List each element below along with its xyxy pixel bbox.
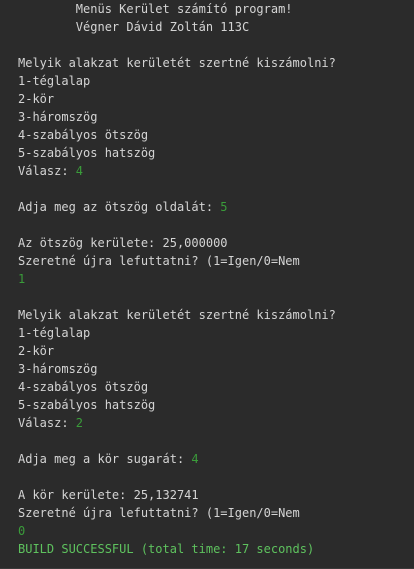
rerun-input: 0 bbox=[18, 524, 26, 538]
radius-prompt: Adja meg a kör sugarát: bbox=[18, 452, 192, 466]
menu-option: 4-szabályos ötszög bbox=[18, 128, 149, 142]
program-title: Menüs Kerület számító program! bbox=[18, 2, 293, 16]
answer-line: Válasz: 4 bbox=[18, 162, 83, 180]
rerun-input: 1 bbox=[18, 272, 26, 286]
answer-prompt: Válasz: bbox=[18, 164, 76, 178]
menu-option: 3-háromszög bbox=[18, 362, 98, 376]
rerun-prompt: Szeretné újra lefuttatni? (1=Igen/0=Nem bbox=[18, 254, 300, 268]
menu-option: 5-szabályos hatszög bbox=[18, 146, 156, 160]
result-line: Az ötszög kerülete: 25,000000 bbox=[18, 236, 228, 250]
output-console[interactable]: Menüs Kerület számító program! Végner Dá… bbox=[0, 0, 414, 569]
side-prompt: Adja meg az ötszög oldalát: bbox=[18, 200, 221, 214]
answer-input: 4 bbox=[75, 164, 84, 178]
program-author: Végner Dávid Zoltán 113C bbox=[18, 20, 250, 34]
build-status: BUILD SUCCESSFUL (total time: 17 seconds… bbox=[18, 542, 315, 556]
menu-option: 2-kör bbox=[18, 92, 55, 106]
menu-option: 1-téglalap bbox=[18, 74, 91, 88]
menu-option: 1-téglalap bbox=[18, 326, 91, 340]
menu-option: 5-szabályos hatszög bbox=[18, 398, 156, 412]
result-line: A kör kerülete: 25,132741 bbox=[18, 488, 199, 502]
answer-prompt: Válasz: bbox=[18, 416, 76, 430]
side-line: Adja meg az ötszög oldalát: 5 bbox=[18, 198, 228, 216]
shape-question: Melyik alakzat kerületét szertné kiszámo… bbox=[18, 56, 336, 70]
shape-question: Melyik alakzat kerületét szertné kiszámo… bbox=[18, 308, 336, 322]
menu-option: 2-kör bbox=[18, 344, 55, 358]
rerun-prompt: Szeretné újra lefuttatni? (1=Igen/0=Nem bbox=[18, 506, 300, 520]
answer-input: 2 bbox=[75, 416, 84, 430]
menu-option: 4-szabályos ötszög bbox=[18, 380, 149, 394]
radius-input: 4 bbox=[191, 452, 199, 466]
answer-line: Válasz: 2 bbox=[18, 414, 83, 432]
side-input: 5 bbox=[220, 200, 228, 214]
menu-option: 3-háromszög bbox=[18, 110, 98, 124]
radius-line: Adja meg a kör sugarát: 4 bbox=[18, 450, 199, 468]
